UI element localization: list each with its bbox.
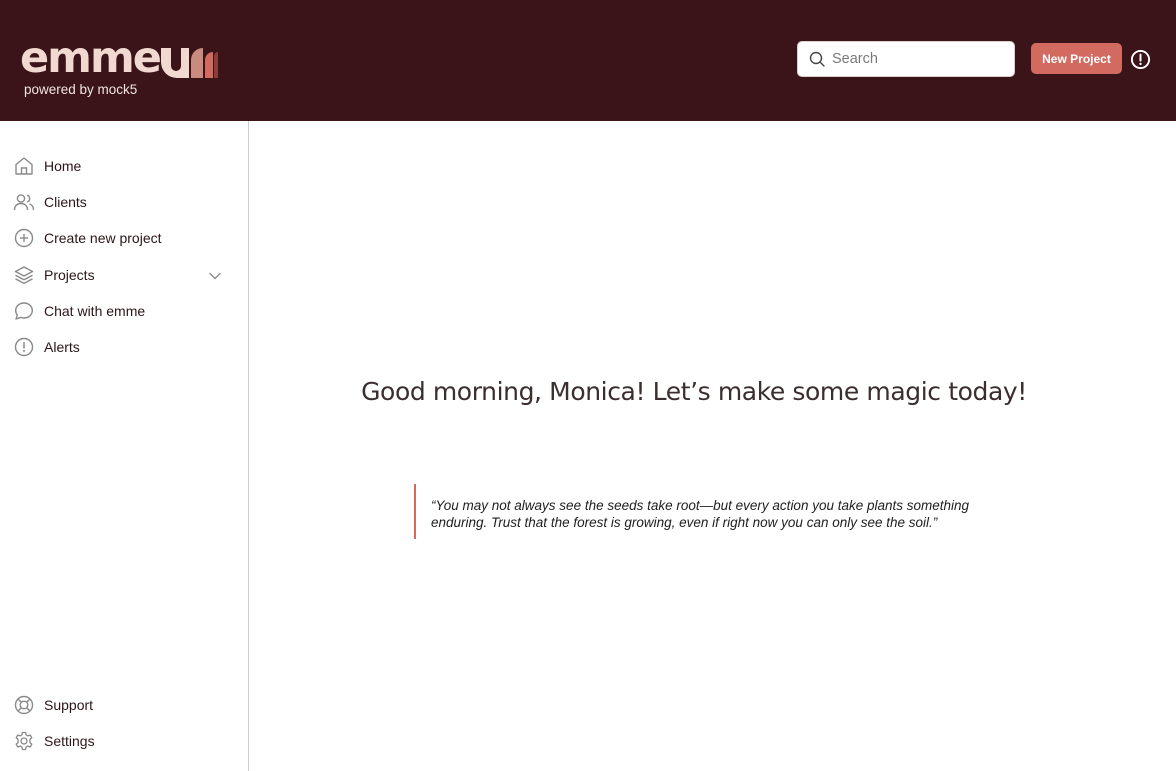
sidebar-item-label: Support bbox=[44, 697, 94, 713]
alert-icon[interactable] bbox=[1130, 49, 1151, 70]
logo[interactable]: emme bbox=[20, 33, 221, 83]
users-icon bbox=[13, 194, 35, 211]
home-icon bbox=[15, 157, 33, 175]
greeting-heading: Good morning, Monica! Let’s make some ma… bbox=[361, 377, 1027, 406]
app-header: emme powered by mock5 New Project bbox=[0, 0, 1176, 121]
sidebar-item-create-new-project[interactable]: Create new project bbox=[0, 220, 248, 256]
quote-accent-bar bbox=[414, 484, 416, 539]
sidebar-item-settings[interactable]: Settings bbox=[0, 723, 248, 759]
chevron-down-icon[interactable] bbox=[208, 269, 222, 283]
sidebar-item-clients[interactable]: Clients bbox=[0, 184, 248, 220]
lifebuoy-icon bbox=[14, 695, 34, 715]
search-input[interactable] bbox=[832, 44, 1002, 74]
sidebar-item-label: Chat with emme bbox=[44, 303, 146, 319]
logo-mark-icon bbox=[160, 48, 218, 78]
plus-circle-icon bbox=[14, 228, 34, 248]
alert-circle-icon bbox=[14, 337, 34, 357]
sidebar-item-label: Clients bbox=[44, 194, 87, 210]
sidebar-item-label: Projects bbox=[44, 267, 95, 283]
tagline: powered by mock5 bbox=[24, 82, 138, 97]
search-box[interactable] bbox=[797, 41, 1015, 77]
sidebar-item-chat-with-emme[interactable]: Chat with emme bbox=[0, 293, 248, 329]
new-project-button[interactable]: New Project bbox=[1031, 43, 1122, 74]
main-content: Good morning, Monica! Let’s make some ma… bbox=[249, 121, 1176, 771]
sidebar-item-home[interactable]: Home bbox=[0, 148, 248, 184]
sidebar-item-label: Home bbox=[44, 158, 82, 174]
layers-icon bbox=[14, 266, 34, 285]
sidebar-item-alerts[interactable]: Alerts bbox=[0, 329, 248, 365]
sidebar-item-label: Create new project bbox=[44, 230, 162, 246]
sidebar-item-label: Alerts bbox=[44, 339, 80, 355]
sidebar-item-projects[interactable]: Projects bbox=[0, 257, 248, 293]
inspirational-quote: “You may not always see the seeds take r… bbox=[431, 498, 970, 530]
chat-bubble-icon bbox=[15, 302, 33, 320]
sidebar-item-support[interactable]: Support bbox=[0, 687, 248, 723]
sidebar: Home Clients Create new project Projects bbox=[0, 121, 249, 771]
sidebar-item-label: Settings bbox=[44, 733, 95, 749]
search-icon bbox=[809, 51, 825, 67]
gear-icon bbox=[15, 731, 33, 751]
logo-text: emme bbox=[20, 33, 162, 83]
